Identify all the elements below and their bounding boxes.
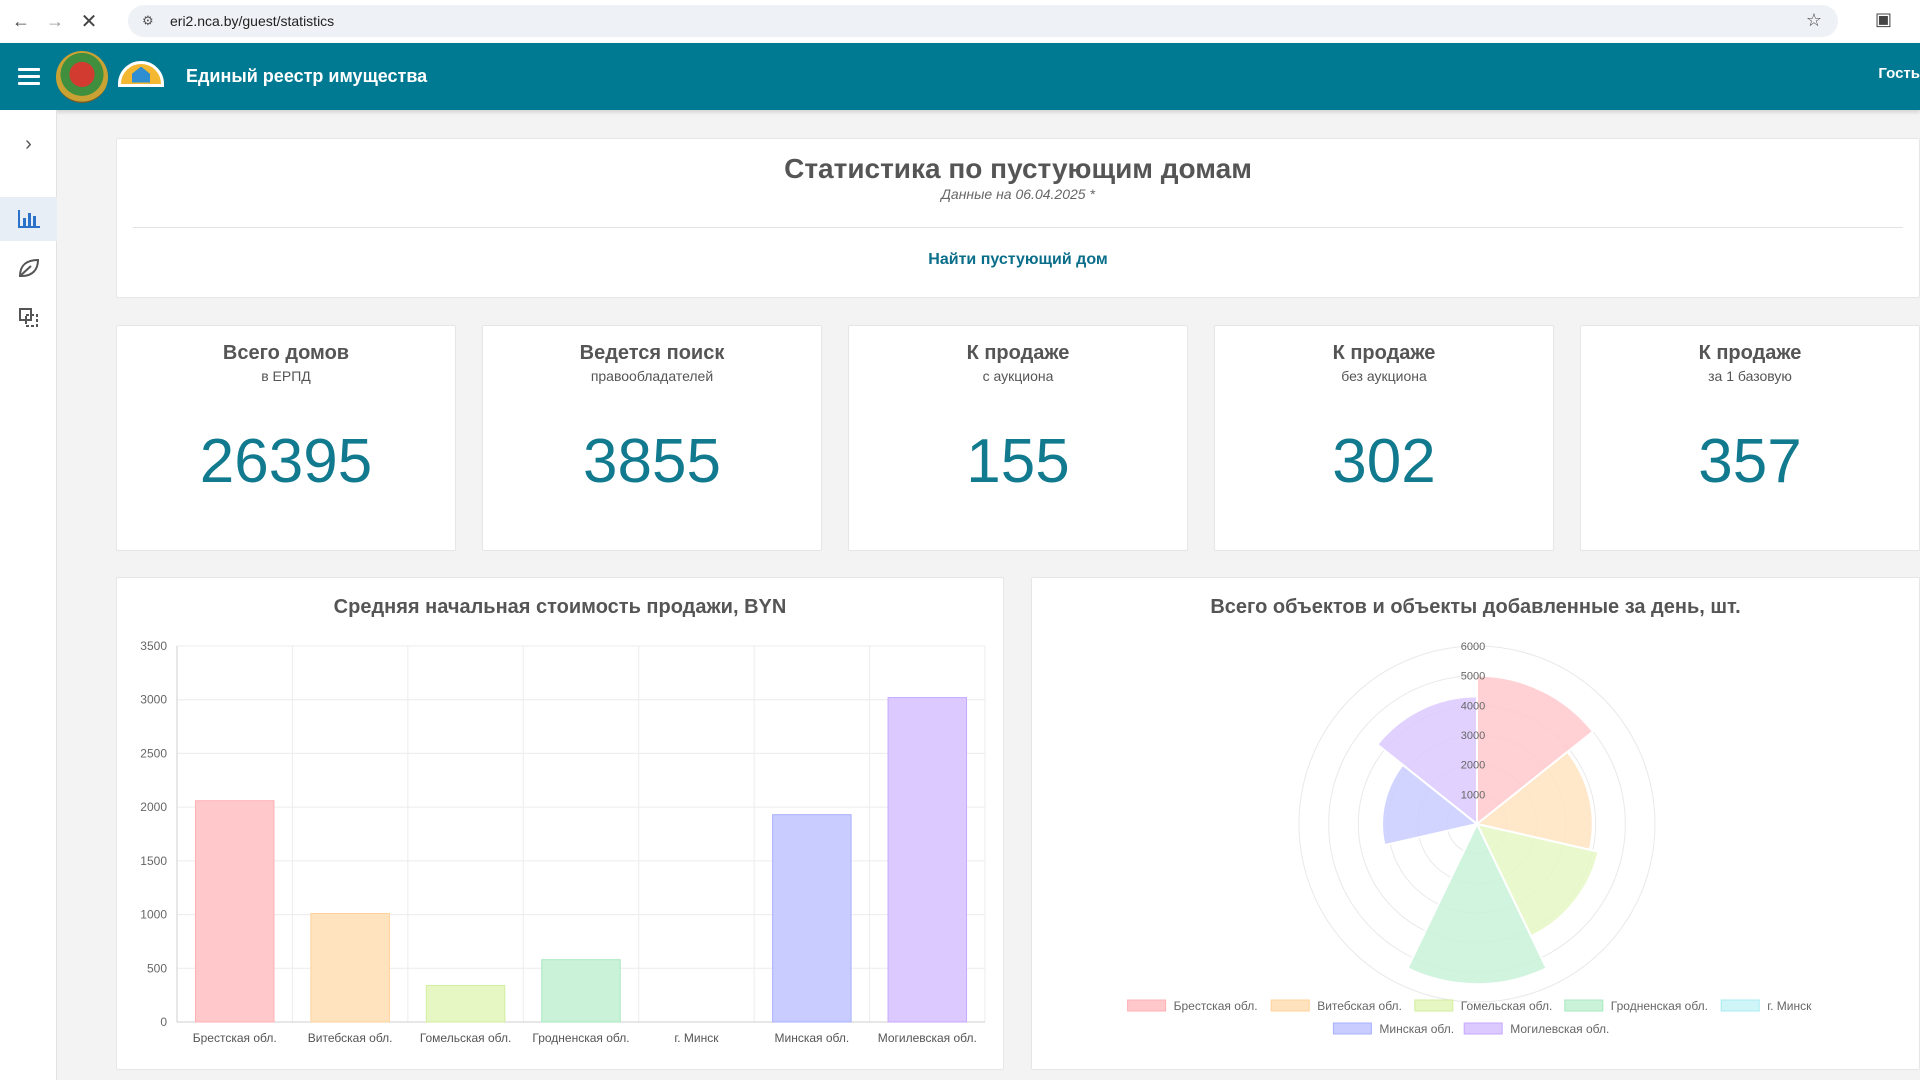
stat-subtitle: без аукциона xyxy=(1341,368,1427,384)
forward-arrow-icon[interactable]: → xyxy=(42,9,68,35)
bar[interactable] xyxy=(425,984,506,1023)
stat-subtitle: в ЕРПД xyxy=(261,368,311,384)
polar-area-chart: 1000 2000 3000 4000 5000 6000 Брестская обл. Ви… xyxy=(1127,641,1812,1036)
stat-subtitle: с аукциона xyxy=(982,368,1054,384)
stop-loading-icon[interactable]: ✕ xyxy=(76,9,102,35)
y-tick-label: 1500 xyxy=(140,854,167,868)
bar-chart-card: Средняя начальная стоимость продажи, BYN… xyxy=(116,577,1004,1070)
radial-tick-label: 1000 xyxy=(1461,789,1485,801)
expand-sidebar-chevron-icon[interactable]: › xyxy=(0,122,57,166)
legend-swatch[interactable] xyxy=(1332,1022,1372,1035)
stat-value: 357 xyxy=(1698,427,1802,496)
stat-subtitle: за 1 базовую xyxy=(1708,368,1792,384)
x-tick-label: Гродненская обл. xyxy=(532,1031,629,1045)
stat-card-no-auction-sale: К продаже без аукциона 302 xyxy=(1214,325,1554,551)
x-tick-label: Могилевская обл. xyxy=(878,1031,977,1045)
legend-swatch[interactable] xyxy=(1720,999,1760,1012)
app-title: Единый реестр имущества xyxy=(186,66,428,86)
radial-tick-label: 4000 xyxy=(1461,700,1485,712)
stat-value: 26395 xyxy=(199,427,373,496)
sidebar: › xyxy=(0,110,57,1080)
y-tick-label: 2000 xyxy=(140,800,167,814)
stat-subtitle: правообладателей xyxy=(590,368,714,384)
address-bar[interactable]: ⚙ eri2.nca.by/guest/statistics ☆ xyxy=(128,5,1838,37)
url-text: eri2.nca.by/guest/statistics xyxy=(170,13,335,29)
legend-label[interactable]: Могилевская обл. xyxy=(1510,1022,1609,1036)
bar[interactable] xyxy=(772,814,852,1023)
x-tick-label: Минская обл. xyxy=(775,1031,850,1045)
stat-title: Всего домов xyxy=(222,342,350,364)
app-header: Единый реестр имущества Гость xyxy=(0,43,1920,110)
y-tick-label: 1000 xyxy=(140,908,167,922)
stat-value: 155 xyxy=(966,427,1070,496)
stat-card-auction-sale: К продаже с аукциона 155 xyxy=(848,325,1188,551)
legend-label[interactable]: Витебская обл. xyxy=(1317,999,1402,1013)
y-tick-label: 3500 xyxy=(140,639,167,653)
stat-title: К продаже xyxy=(1698,342,1802,364)
y-tick-label: 0 xyxy=(160,1015,167,1029)
stat-title: Ведется поиск xyxy=(579,342,725,364)
bar-chart: 0 500 1000 1500 2000 2500 3000 3500 Брестская об… xyxy=(140,639,986,1045)
site-settings-icon[interactable]: ⚙ xyxy=(142,13,158,29)
radial-tick-label: 3000 xyxy=(1461,730,1485,742)
x-tick-label: Брестская обл. xyxy=(193,1031,277,1045)
legend-label[interactable]: Минская обл. xyxy=(1379,1022,1454,1036)
stat-value: 302 xyxy=(1332,427,1436,496)
stat-title: К продаже xyxy=(966,342,1070,364)
statistics-chart-icon[interactable] xyxy=(0,197,57,241)
y-tick-label: 500 xyxy=(147,961,167,975)
x-tick-label: Гомельская обл. xyxy=(420,1031,512,1045)
bar[interactable] xyxy=(541,959,621,1023)
y-tick-label: 3000 xyxy=(140,693,167,707)
find-empty-house-link[interactable]: Найти пустующий дом xyxy=(117,251,1919,269)
copy-select-icon[interactable] xyxy=(0,296,57,340)
stat-card-owner-search: Ведется поиск правообладателей 3855 xyxy=(482,325,822,551)
polar-chart-card: Всего объектов и объекты добавленные за … xyxy=(1031,577,1920,1070)
bar[interactable] xyxy=(194,800,275,1023)
extensions-icon[interactable]: ▣ xyxy=(1875,9,1892,30)
menu-icon[interactable] xyxy=(18,64,40,89)
legend-label[interactable]: г. Минск xyxy=(1767,999,1812,1013)
y-tick-label: 2500 xyxy=(140,746,167,760)
stat-title: К продаже xyxy=(1332,342,1436,364)
x-tick-label: г. Минск xyxy=(674,1031,719,1045)
legend-swatch[interactable] xyxy=(1127,999,1167,1012)
leaf-icon[interactable] xyxy=(0,246,57,290)
legend-swatch[interactable] xyxy=(1564,999,1604,1012)
page-title: Статистика по пустующим домам xyxy=(784,153,1252,184)
radial-tick-label: 5000 xyxy=(1461,671,1485,683)
radial-tick-label: 6000 xyxy=(1461,641,1485,653)
x-tick-label: Витебская обл. xyxy=(308,1031,393,1045)
stat-card-total: Всего домов в ЕРПД 26395 xyxy=(116,325,456,551)
registry-logo xyxy=(116,57,166,97)
statistics-header-card: Статистика по пустующим домам Данные на … xyxy=(116,138,1920,298)
state-emblem-logo xyxy=(56,50,108,103)
bar[interactable] xyxy=(887,697,968,1023)
browser-toolbar: ← → ✕ ⚙ eri2.nca.by/guest/statistics ☆ ▣ xyxy=(0,0,1920,43)
legend-swatch[interactable] xyxy=(1270,999,1310,1012)
data-date-subtitle: Данные на 06.04.2025 * xyxy=(941,186,1095,202)
bookmark-star-icon[interactable]: ☆ xyxy=(1806,10,1822,31)
stat-value: 3855 xyxy=(583,427,721,496)
bar[interactable] xyxy=(310,912,390,1023)
legend-swatch[interactable] xyxy=(1463,1022,1503,1035)
user-menu[interactable]: Гость xyxy=(1878,65,1920,82)
divider xyxy=(133,227,1903,228)
stat-card-base-unit-sale: К продаже за 1 базовую 357 xyxy=(1580,325,1920,551)
legend-swatch[interactable] xyxy=(1414,999,1454,1012)
legend-label[interactable]: Гродненская обл. xyxy=(1611,999,1708,1013)
legend-label[interactable]: Гомельская обл. xyxy=(1461,999,1553,1013)
legend-label[interactable]: Брестская обл. xyxy=(1174,999,1258,1013)
radial-tick-label: 2000 xyxy=(1461,760,1485,772)
back-arrow-icon[interactable]: ← xyxy=(8,9,34,35)
